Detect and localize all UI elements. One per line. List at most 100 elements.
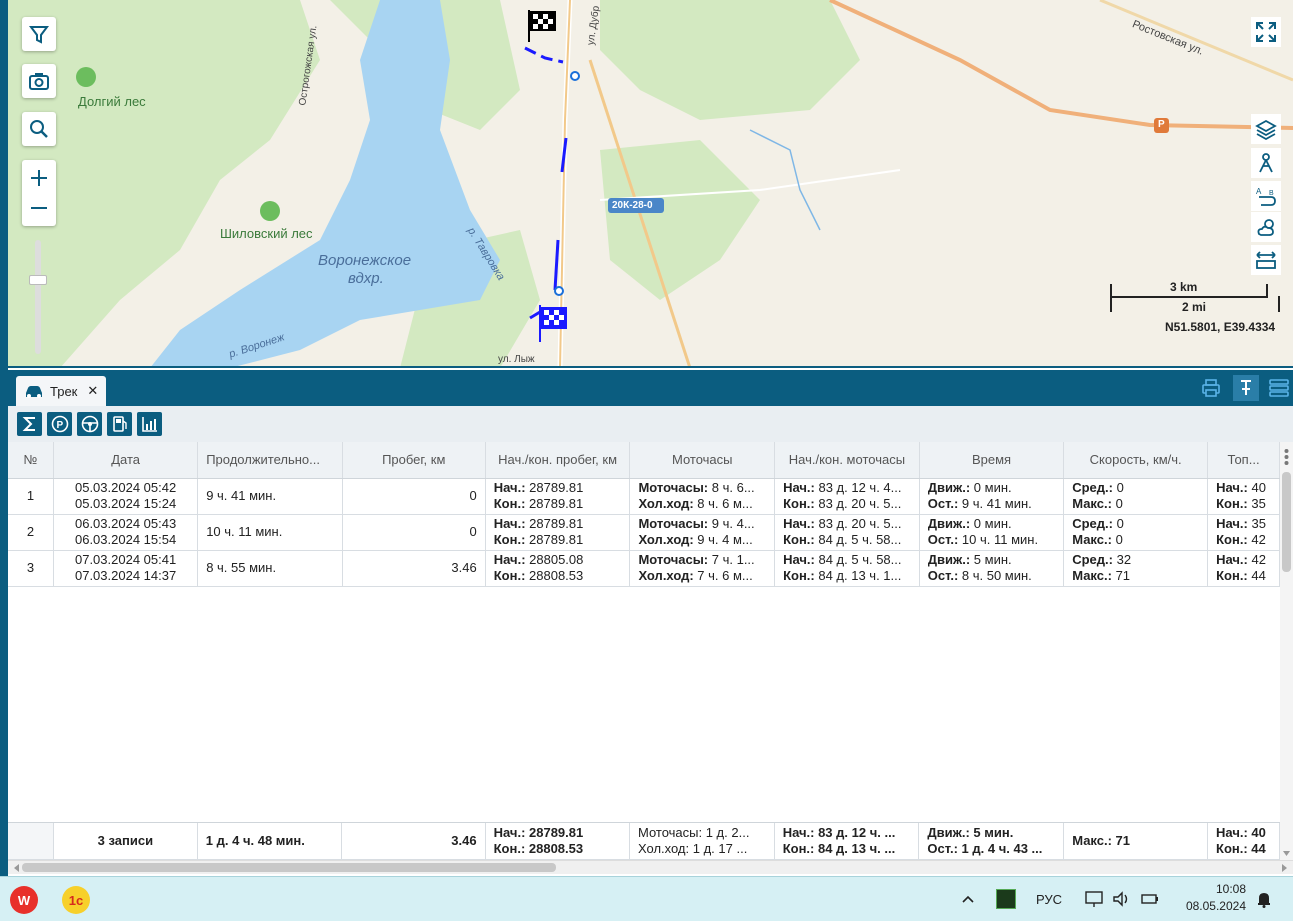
battery-icon[interactable] <box>1140 890 1160 908</box>
table-row[interactable]: 3 07.03.2024 05:41 07.03.2024 14:37 8 ч. 55… <box>8 550 1280 587</box>
cell-line: Нач.: 28789.81 <box>493 516 584 531</box>
svg-text:A: A <box>1256 187 1262 196</box>
directions-button[interactable]: AB <box>1251 181 1281 211</box>
zoom-slider-handle[interactable] <box>29 275 47 285</box>
tab-track[interactable]: Трек ✕ <box>16 376 106 406</box>
footer-odometer: Нач.: 28789.81 Кон.: 28808.53 <box>485 823 630 860</box>
zoom-control <box>22 160 56 226</box>
screenshot-button[interactable] <box>22 64 56 98</box>
table-header-row: № Дата Продолжительно... Пробег, км Нач.… <box>8 442 1280 479</box>
volume-icon[interactable] <box>1112 890 1132 908</box>
horizontal-scroll-thumb[interactable] <box>22 863 556 872</box>
map-background <box>0 0 1293 366</box>
scroll-down-icon[interactable] <box>1280 848 1293 858</box>
column-header[interactable]: Нач./кон. моточасы <box>774 442 920 479</box>
cell-line: Макс.: 0 <box>1072 532 1123 547</box>
minus-icon[interactable] <box>28 193 50 223</box>
routing-button[interactable] <box>1251 148 1281 178</box>
ruler-button[interactable] <box>1251 245 1281 275</box>
cell-date: 05.03.2024 05:42 05.03.2024 15:24 <box>53 478 199 515</box>
layers-button[interactable] <box>1251 114 1281 144</box>
panel-tab-bar: Трек ✕ <box>8 370 1293 406</box>
scroll-left-icon[interactable] <box>12 862 22 874</box>
notification-bell-icon[interactable] <box>1256 890 1272 908</box>
cell-line: Макс.: 71 <box>1072 568 1131 583</box>
cell-mileage: 0 <box>342 514 486 551</box>
print-button[interactable] <box>1201 378 1221 401</box>
cell-line: Ост.: 8 ч. 50 мин. <box>927 568 1032 583</box>
cell-mileage: 3.46 <box>342 550 486 587</box>
fullscreen-icon <box>1256 22 1276 42</box>
column-header[interactable]: Время <box>919 442 1065 479</box>
cell-duration: 8 ч. 55 мин. <box>197 550 343 587</box>
vertical-scroll-thumb[interactable] <box>1282 472 1291 572</box>
footer-empty-cell <box>8 823 54 860</box>
system-clock[interactable]: 10:08 08.05.2024 <box>1180 881 1246 915</box>
footer-fuel: Нач.: 40 Кон.: 44 <box>1207 823 1280 860</box>
column-header[interactable]: Пробег, км <box>342 442 486 479</box>
column-header[interactable]: Дата <box>53 442 199 479</box>
tray-app-icon[interactable] <box>996 889 1016 909</box>
cell-speed: Сред.: 32 Макс.: 71 <box>1063 550 1209 587</box>
steering-button[interactable] <box>77 412 102 436</box>
search-button[interactable] <box>22 112 56 146</box>
cell-speed: Сред.: 0 Макс.: 0 <box>1063 514 1209 551</box>
footer-idle-value: Хол.ход: 1 д. 17 ... <box>637 840 748 856</box>
layout-button[interactable] <box>1269 378 1289 401</box>
cell-odometer: Нач.: 28789.81 Кон.: 28789.81 <box>485 514 631 551</box>
cell-odometer: Нач.: 28789.81 Кон.: 28789.81 <box>485 478 631 515</box>
weather-button[interactable] <box>1251 212 1281 242</box>
pin-button[interactable] <box>1233 375 1259 401</box>
cell-time: Движ.: 0 мин. Ост.: 10 ч. 11 мин. <box>919 514 1065 551</box>
chart-button[interactable] <box>137 412 162 436</box>
cell-line: Нач.: 42 <box>1216 552 1266 567</box>
column-header[interactable]: Топ... <box>1207 442 1280 479</box>
horizontal-scrollbar[interactable] <box>8 860 1293 874</box>
table-row[interactable]: 1 05.03.2024 05:42 05.03.2024 15:24 9 ч. 41… <box>8 478 1280 515</box>
zoom-slider[interactable] <box>29 240 47 354</box>
scale-km: 3 km <box>1170 280 1198 294</box>
cell-num: 3 <box>8 550 55 587</box>
scroll-right-icon[interactable] <box>1279 862 1289 874</box>
camera-icon <box>29 73 49 90</box>
cell-fuel: Нач.: 42 Кон.: 44 <box>1207 550 1280 587</box>
svg-text:B: B <box>1269 190 1274 197</box>
parking-icon: P <box>51 415 68 433</box>
column-header[interactable]: Скорость, км/ч. <box>1063 442 1209 479</box>
footer-mh-end: Кон.: 84 д. 13 ч. ... <box>782 840 896 856</box>
table-row[interactable]: 2 06.03.2024 05:43 06.03.2024 15:54 10 ч. 1… <box>8 514 1280 551</box>
1c-icon[interactable]: 1с <box>62 886 90 914</box>
pin-icon <box>1241 380 1251 395</box>
footer-fuel-start: Нач.: 40 <box>1216 824 1266 840</box>
tab-close-icon[interactable]: ✕ <box>87 383 98 399</box>
footer-moto: Моточасы: 1 д. 2... Хол.ход: 1 д. 17 ... <box>629 823 775 860</box>
footer-fuel-end: Кон.: 44 <box>1216 840 1266 856</box>
chevron-up-icon[interactable] <box>961 894 975 904</box>
svg-text:P: P <box>56 420 63 431</box>
sum-button[interactable] <box>17 412 42 436</box>
fullscreen-button[interactable] <box>1251 17 1281 47</box>
fuel-button[interactable] <box>107 412 132 436</box>
column-header[interactable]: № <box>8 442 55 479</box>
column-header[interactable]: Продолжительно... <box>197 442 343 479</box>
cell-date: 07.03.2024 05:41 07.03.2024 14:37 <box>53 550 199 587</box>
vertical-scrollbar[interactable] <box>1280 442 1293 860</box>
chart-icon <box>141 417 157 432</box>
cell-odometer: Нач.: 28805.08 Кон.: 28808.53 <box>485 550 631 587</box>
cell-line: Нач.: 28789.81 <box>493 480 584 495</box>
map-view[interactable]: Долгий лес Шиловский лес Воронежское вдх… <box>0 0 1293 368</box>
footer-duration: 1 д. 4 ч. 48 мин. <box>197 823 343 860</box>
cell-line: Нач.: 83 д. 12 ч. 4... <box>783 480 902 495</box>
plus-icon[interactable] <box>28 163 50 193</box>
wps-office-icon[interactable]: W <box>10 886 38 914</box>
car-icon <box>26 386 42 398</box>
track-table: № Дата Продолжительно... Пробег, км Нач.… <box>8 442 1280 860</box>
keyboard-language[interactable]: РУС <box>1036 892 1062 907</box>
column-header[interactable]: Моточасы <box>629 442 776 479</box>
column-header[interactable]: Нач./кон. пробег, км <box>485 442 631 479</box>
cell-line: Моточасы: 8 ч. 6... <box>638 480 755 495</box>
parking-button[interactable]: P <box>47 412 72 436</box>
network-icon[interactable] <box>1084 890 1104 908</box>
filter-button[interactable] <box>22 17 56 51</box>
steering-wheel-icon <box>81 415 98 433</box>
